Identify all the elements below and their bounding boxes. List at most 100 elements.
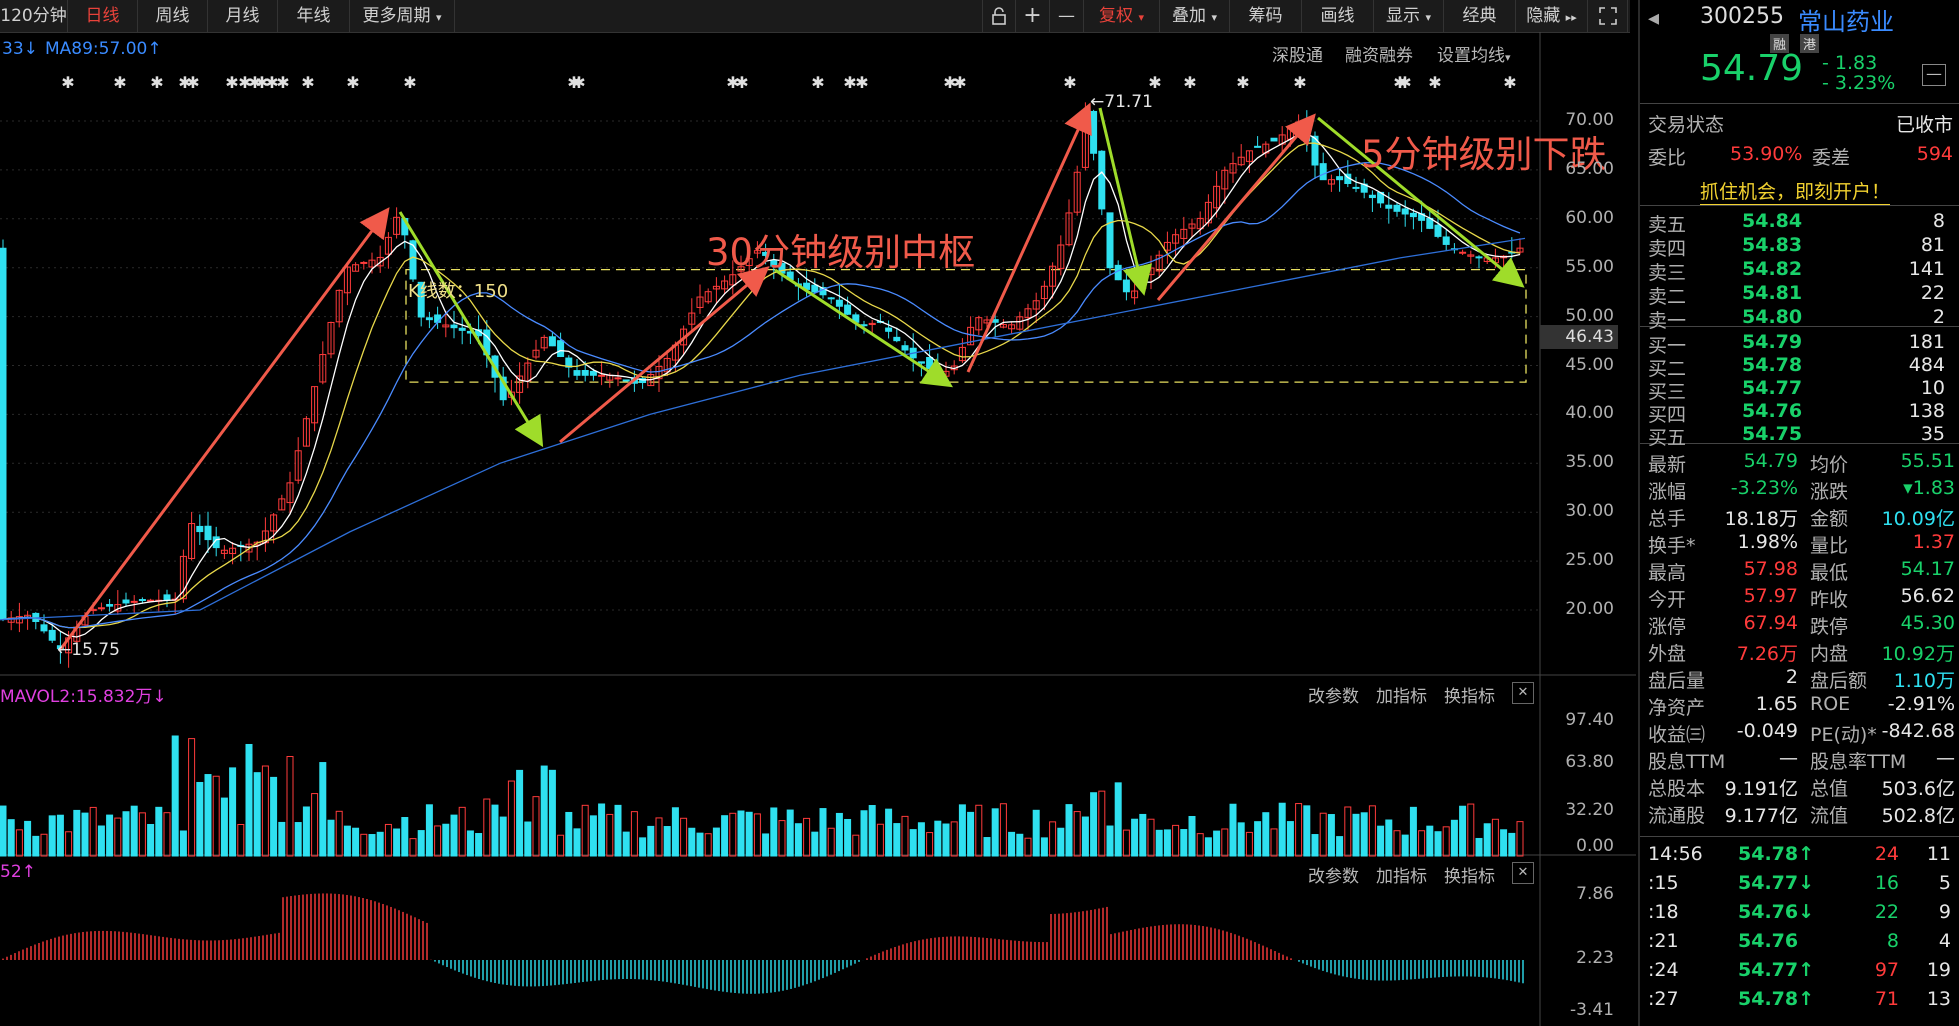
kline-count-label: K线数：150 [408,281,509,302]
volume-bar [417,830,425,857]
volume-bar [311,793,319,857]
volume-bar [466,830,474,857]
tick-count: 4 [1938,930,1951,952]
volume-bar [1254,821,1262,857]
stat-row: 盘后量 2 盘后额 1.10万 [1640,666,1959,693]
volume-bar [598,803,606,857]
bid-volume: 138 [1908,400,1945,422]
bid-price: 54.78 [1742,354,1803,376]
candle-body [1401,208,1409,215]
event-marker: ✱ [61,73,74,92]
stat-value: — [1936,747,1955,769]
ask-label: 卖四 [1648,238,1687,260]
volume-bar [704,833,712,857]
volume-bar [630,811,638,857]
stat-label: 流值 [1810,805,1849,827]
volume-bar [794,823,802,857]
weibi-row: 委比 53.90% 委差 594 [1648,143,1953,169]
volume-bar [926,832,934,857]
price-tick: 30.00 [1565,501,1614,522]
volume-bar [622,831,630,857]
volume-bar [1262,812,1270,857]
candle-body [827,297,835,300]
event-marker: ✱ [186,73,199,92]
volume-bar [73,809,81,857]
tick-row: :18 54.76↓ 22 9 [1640,901,1959,928]
volume-bar [245,743,253,857]
tick-time: :24 [1648,959,1679,981]
tick-price: 54.77↑ [1738,959,1815,981]
macd-add-indicator[interactable]: 加指标 [1376,862,1427,887]
event-marker: ✱ [346,73,359,92]
ask-label: 卖一 [1648,310,1687,332]
stat-label: 盘后额 [1810,670,1868,692]
volume-bar [753,813,761,857]
candle-body [196,525,204,533]
ask-row: 卖三 54.82 141 [1640,258,1959,285]
candle-body [1270,137,1278,142]
volume-bar [860,810,868,857]
prev-stock-button[interactable]: ◂ [1648,6,1659,31]
event-marker: ✱ [855,73,868,92]
volume-bar [401,817,409,857]
ask-label: 卖五 [1648,214,1687,236]
tick-time: 14:56 [1648,843,1703,865]
event-marker: ✱ [735,73,748,92]
event-marker: ✱ [1236,73,1249,92]
uptrend-arrow [559,266,770,444]
candle-body [360,261,368,264]
stat-value: 503.6亿 [1881,778,1955,800]
macd-switch-indicator[interactable]: 换指标 [1444,862,1495,887]
volume-bar [1008,831,1016,857]
vol-switch-indicator[interactable]: 换指标 [1444,682,1495,707]
volume-bar [327,819,335,857]
tick-count: 9 [1938,901,1951,923]
ask-price: 54.82 [1742,258,1803,280]
event-markers: ✱ ✱ ✱ ✱✱ ✱ ✱✱✱✱✱ ✱ ✱ ✱ ✱✱ ✱✱ ✱ ✱✱ ✱✱ ✱ ✱ ✱ ✱ ✱ ✱✱ ✱ ✱ [61,73,1516,92]
macd-close-button[interactable]: ✕ [1512,862,1534,884]
vol-close-button[interactable]: ✕ [1512,682,1534,704]
tick-price: 54.78↑ [1738,988,1815,1010]
open-account-promo[interactable]: 抓住机会，即刻开户！ [1700,177,1891,205]
volume-bar [352,827,360,857]
volume-bar [983,837,991,857]
candle-body [548,336,556,347]
bid-price: 54.79 [1742,331,1803,353]
volume-bar [1106,825,1114,857]
tick-time: :18 [1648,901,1679,923]
volume-bar [852,834,860,857]
candle-body [934,367,942,375]
stat-label: 外盘 [1648,643,1687,665]
volume-bar [1319,812,1327,857]
bid-price: 54.77 [1742,377,1803,399]
volume-bar [557,834,565,857]
volume-panel-title: MAVOL2:15.832万↓ [0,687,167,707]
volume-bar [1467,803,1475,857]
vol-change-params[interactable]: 改参数 [1308,682,1359,707]
stat-value: 7.26万 [1736,643,1798,665]
volume-bar [507,780,515,857]
ask-price: 54.83 [1742,234,1803,256]
volume-bar [196,781,204,857]
volume-bar [155,806,163,857]
volume-bar [1180,829,1188,857]
volume-bar [819,808,827,857]
volume-bar [1024,837,1032,857]
candle-body [450,324,458,329]
vol-add-indicator[interactable]: 加指标 [1376,682,1427,707]
volume-bar [65,831,73,857]
volume-bar [32,835,40,857]
downtrend-arrow [398,211,544,448]
volume-bar [778,820,786,857]
stat-value: 1.37 [1912,531,1955,553]
volume-bar [138,812,146,857]
collapse-button[interactable]: — [1922,64,1946,86]
candle-body [1393,204,1401,212]
event-marker: ✱ [1063,73,1076,92]
macd-change-params[interactable]: 改参数 [1308,862,1359,887]
volume-bar [1213,830,1221,857]
volume-bar [1442,826,1450,857]
volume-bar [885,808,893,857]
volume-bar [434,825,442,857]
stat-label: 股息率TTM [1810,751,1907,773]
